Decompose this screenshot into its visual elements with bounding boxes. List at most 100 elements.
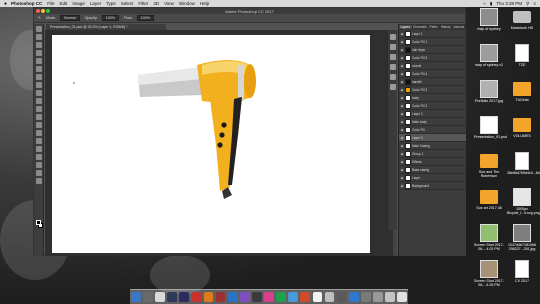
dock-app-icon[interactable]: [300, 292, 311, 302]
dock-app-icon[interactable]: [348, 292, 359, 302]
tab-paths[interactable]: Paths: [428, 25, 439, 29]
dock-app-icon[interactable]: [276, 292, 286, 302]
dock-app-icon[interactable]: [336, 292, 347, 302]
menu-type[interactable]: Type: [106, 1, 116, 6]
menu-file[interactable]: File: [47, 1, 54, 6]
opacity-field[interactable]: 100%: [101, 15, 119, 21]
menu-window[interactable]: Window: [179, 1, 195, 6]
dock-app-icon[interactable]: [131, 292, 141, 302]
brush-tool-icon[interactable]: ✎: [38, 16, 41, 20]
healing-tool-icon[interactable]: [35, 74, 42, 80]
quick-select-tool-icon[interactable]: [35, 50, 42, 56]
dock-app-icon[interactable]: [191, 292, 202, 302]
minimize-button[interactable]: [41, 9, 45, 13]
layer-row[interactable]: ◉ Color Fill 1: [399, 38, 466, 46]
layer-row[interactable]: ◉ Color Fill 5: [399, 54, 466, 62]
desktop-icon[interactable]: CV 2017: [507, 260, 537, 283]
flow-field[interactable]: 100%: [136, 15, 154, 21]
desktop-icon[interactable]: Screen Shot 2017-06-...4.03 PM: [474, 224, 504, 251]
dock-app-icon[interactable]: [360, 292, 371, 302]
blur-tool-icon[interactable]: [35, 122, 42, 128]
paragraph-panel-icon[interactable]: [389, 84, 396, 90]
layer-row[interactable]: ◉ Main body: [399, 118, 466, 126]
zoom-tool-icon[interactable]: [35, 178, 42, 184]
adjustments-panel-icon[interactable]: [389, 54, 396, 60]
desktop-icon[interactable]: Soe art 2017.08: [474, 188, 504, 210]
layer-row[interactable]: ◉ Effects: [399, 158, 466, 166]
desktop-icon[interactable]: 1047d4b71ff10b6 298227...281.jpg: [507, 224, 537, 251]
crop-tool-icon[interactable]: [35, 58, 42, 64]
menu-filter[interactable]: Filter: [138, 1, 148, 6]
desktop-icon[interactable]: 1000px Bicycle_f...lt.svg.png: [507, 188, 540, 215]
layer-row[interactable]: ◉ body: [399, 94, 466, 102]
dock-app-icon[interactable]: [203, 292, 214, 302]
apple-icon[interactable]: ●: [4, 1, 7, 7]
dock-app-icon[interactable]: [179, 292, 190, 302]
menu-select[interactable]: Select: [121, 1, 134, 6]
brush-tool-icon[interactable]: [35, 82, 42, 88]
type-tool-icon[interactable]: [35, 146, 42, 152]
layer-row[interactable]: ◉ Color Fill 2: [399, 102, 466, 110]
dock-app-icon[interactable]: [385, 292, 395, 302]
battery-icon[interactable]: ▮: [490, 1, 492, 7]
zoom-button[interactable]: [46, 9, 50, 13]
desktop-icon[interactable]: Presentation_01.psd: [474, 116, 507, 139]
layer-row[interactable]: ◉ hair dryer: [399, 46, 466, 54]
character-panel-icon[interactable]: [389, 74, 396, 80]
dock-app-icon[interactable]: [143, 292, 153, 302]
dodge-tool-icon[interactable]: [35, 130, 42, 136]
layer-row[interactable]: ◉ handle: [399, 78, 466, 86]
desktop-icon[interactable]: map of sydney v2: [474, 44, 504, 67]
layer-row[interactable]: ◉ Layer 3: [399, 134, 466, 142]
menu-app[interactable]: Photoshop CC: [11, 1, 42, 6]
menu-edit[interactable]: Edit: [60, 1, 68, 6]
layer-row[interactable]: ◉ Group 1: [399, 150, 466, 158]
properties-panel-icon[interactable]: [389, 44, 396, 50]
history-panel-icon[interactable]: [389, 34, 396, 40]
dock-app-icon[interactable]: [312, 292, 323, 302]
layer-row[interactable]: ◉ Layer: [399, 174, 466, 182]
clock[interactable]: Thu 3:38 PM: [496, 1, 522, 6]
document-canvas[interactable]: [52, 35, 370, 253]
close-button[interactable]: [36, 9, 40, 13]
path-select-tool-icon[interactable]: [35, 154, 42, 160]
tab-layers[interactable]: Layers: [399, 25, 412, 29]
wifi-icon[interactable]: ≈: [483, 1, 485, 6]
eyedropper-tool-icon[interactable]: [35, 66, 42, 72]
layer-row[interactable]: ◉ Base casing: [399, 166, 466, 174]
dock-app-icon[interactable]: [215, 292, 226, 302]
desktop-icon[interactable]: Soe and Tim Robertson: [474, 152, 504, 178]
dock-app-icon[interactable]: [167, 292, 178, 302]
stamp-tool-icon[interactable]: [35, 90, 42, 96]
marquee-tool-icon[interactable]: [35, 34, 42, 40]
desktop-icon[interactable]: VOLUMES: [507, 116, 537, 138]
foreground-color-swatch[interactable]: [36, 220, 41, 225]
tab-history[interactable]: History: [439, 25, 452, 29]
dock-app-icon[interactable]: [324, 292, 335, 302]
menu-view[interactable]: View: [164, 1, 174, 6]
layer-row[interactable]: ◉ Color Fill 4: [399, 70, 466, 78]
desktop-icon[interactable]: Portfolio 2017.jpg: [474, 80, 504, 103]
dock-app-icon[interactable]: [264, 292, 274, 302]
eraser-tool-icon[interactable]: [35, 106, 42, 112]
history-brush-tool-icon[interactable]: [35, 98, 42, 104]
menu-image[interactable]: Image: [72, 1, 85, 6]
move-tool-icon[interactable]: [35, 26, 42, 32]
hand-tool-icon[interactable]: [35, 170, 42, 176]
desktop-icon[interactable]: map of sydney: [474, 8, 504, 31]
dock-app-icon[interactable]: [227, 292, 238, 302]
gradient-tool-icon[interactable]: [35, 114, 42, 120]
menu-3d[interactable]: 3D: [153, 1, 159, 6]
dock-app-icon[interactable]: [239, 292, 250, 302]
dock-app-icon[interactable]: [155, 292, 166, 302]
dock-app-icon[interactable]: [372, 292, 383, 302]
layer-row[interactable]: ◉ Color Fill 3: [399, 86, 466, 94]
layer-row[interactable]: ◉ nozzle: [399, 62, 466, 70]
mode-select[interactable]: Normal: [60, 15, 80, 21]
pen-tool-icon[interactable]: [35, 138, 42, 144]
desktop-icon[interactable]: 38e66d7b5d4c0...8d3d.jpg: [507, 152, 540, 175]
desktop-icon[interactable]: TZE: [507, 44, 537, 67]
menu-help[interactable]: Help: [200, 1, 209, 6]
tab-actions[interactable]: Actions: [452, 25, 465, 29]
brush-panel-icon[interactable]: [389, 64, 396, 70]
